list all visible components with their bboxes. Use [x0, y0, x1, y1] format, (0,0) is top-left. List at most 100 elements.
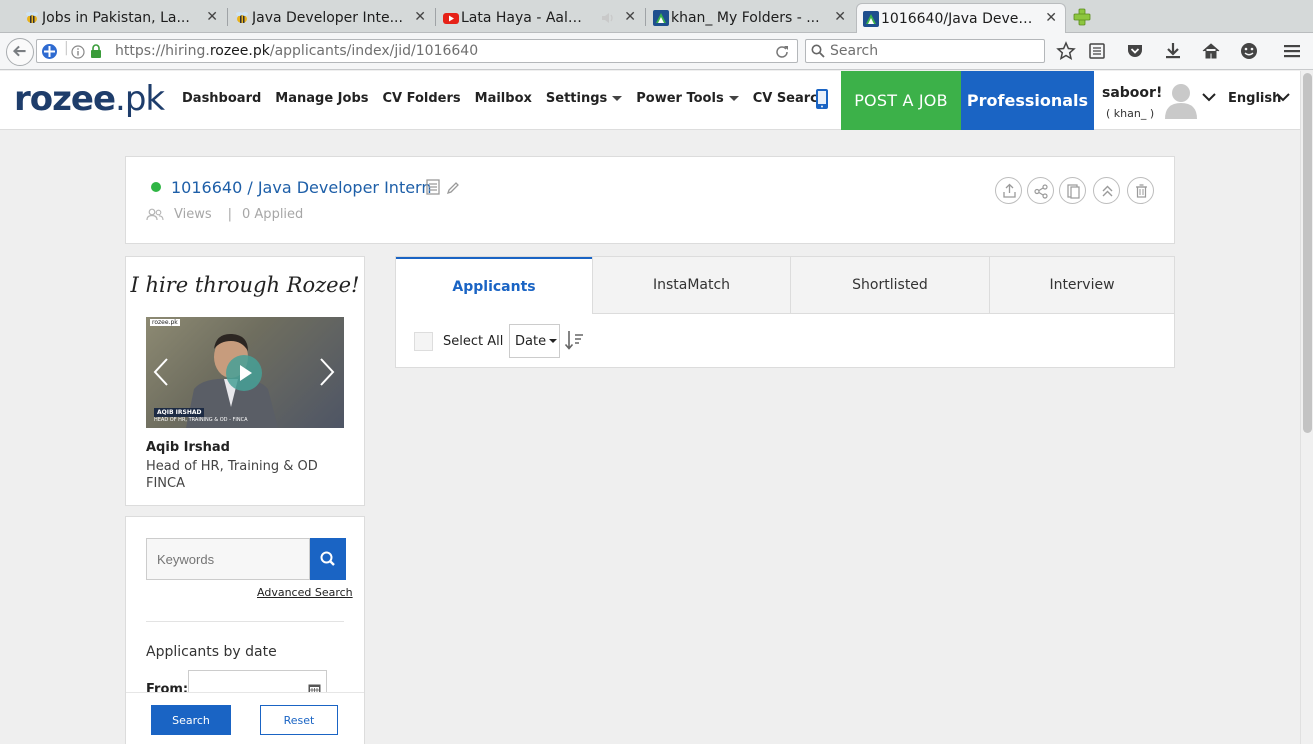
url-bar[interactable]: | https://hiring.rozee.pk/applicants/ind…	[36, 39, 798, 63]
filter-panel: Advanced Search Applicants by date From:…	[125, 516, 365, 744]
menu-cv-folders[interactable]: CV Folders	[383, 91, 461, 106]
video-watermark: rozee.pk	[150, 319, 180, 326]
job-status-dot	[151, 182, 161, 192]
scrollbar-thumb[interactable]	[1303, 73, 1312, 433]
testimonial-video[interactable]: rozee.pk AQIB IRSHAD HEAD OF HR, TRAININ…	[146, 317, 344, 428]
browser-tab-my-folders[interactable]: khan_ My Folders - ... ✕	[647, 3, 854, 33]
applicants-panel: Applicants InstaMatch Shortlisted Interv…	[395, 256, 1175, 368]
sort-order-icon[interactable]	[564, 329, 584, 351]
share-button[interactable]	[1027, 177, 1054, 204]
hamburger-menu-icon[interactable]	[1282, 41, 1302, 61]
browser-tab-jobs[interactable]: Jobs in Pakistan, La... ✕	[18, 3, 226, 33]
browser-tab-youtube[interactable]: Lata Haya - Aalmi... ✕	[437, 3, 644, 33]
menu-manage-jobs[interactable]: Manage Jobs	[275, 91, 368, 106]
youtube-icon	[443, 13, 459, 24]
caret-down-icon	[612, 96, 623, 101]
url-divider: |	[64, 40, 69, 56]
bee-icon	[26, 12, 38, 23]
tab-label: Jobs in Pakistan, La...	[42, 10, 190, 26]
browser-search-input[interactable]: Search	[805, 39, 1045, 63]
sort-by-value: Date	[515, 333, 547, 349]
sort-by-select[interactable]: Date	[509, 324, 560, 358]
close-tab-icon[interactable]: ✕	[1045, 10, 1057, 26]
menu-dashboard[interactable]: Dashboard	[182, 91, 261, 106]
job-title-link[interactable]: 1016640 / Java Developer Intern	[171, 178, 432, 197]
reading-list-icon[interactable]	[1087, 41, 1107, 61]
testimonial-heading: I hire through Rozee!	[130, 273, 360, 297]
main-menu: Dashboard Manage Jobs CV Folders Mailbox…	[182, 91, 841, 106]
reset-button[interactable]: Reset	[260, 705, 338, 735]
chevron-right-icon[interactable]	[318, 357, 336, 387]
tab-shortlisted[interactable]: Shortlisted	[790, 257, 989, 314]
select-all-checkbox[interactable]	[414, 332, 433, 351]
browser-tab-bar: Jobs in Pakistan, La... ✕ Java Developer…	[0, 0, 1313, 34]
close-tab-icon[interactable]: ✕	[834, 9, 846, 25]
applied-count: 0 Applied	[242, 207, 304, 222]
bee-icon	[236, 12, 248, 23]
reload-icon[interactable]	[775, 44, 789, 58]
close-tab-icon[interactable]: ✕	[624, 9, 636, 25]
mobile-phone-icon[interactable]	[815, 88, 829, 110]
trash-icon	[1136, 184, 1147, 198]
back-button[interactable]	[6, 38, 34, 66]
tab-label: Lata Haya - Aalmi...	[461, 10, 591, 26]
job-summary-card: 1016640 / Java Developer Intern Views | …	[125, 156, 1175, 244]
tab-instamatch[interactable]: InstaMatch	[592, 257, 790, 314]
download-icon[interactable]	[1163, 41, 1183, 61]
tab-label: 1016640/Java Devel...	[881, 11, 1035, 27]
post-a-job-button[interactable]: POST A JOB	[841, 71, 961, 130]
keyword-search-button[interactable]	[310, 538, 346, 580]
testimonial-person-name: Aqib Irshad	[146, 440, 230, 455]
info-icon[interactable]	[71, 45, 85, 59]
browser-nav-bar: | https://hiring.rozee.pk/applicants/ind…	[0, 33, 1313, 70]
page-scrollbar[interactable]	[1300, 71, 1313, 744]
emoji-icon[interactable]	[1239, 41, 1259, 61]
copy-icon	[1067, 184, 1080, 199]
play-button[interactable]	[226, 355, 262, 391]
menu-power-tools[interactable]: Power Tools	[636, 91, 739, 106]
rozee-logo[interactable]: rozee.pk	[14, 79, 165, 119]
menu-mailbox[interactable]: Mailbox	[475, 91, 532, 106]
avatar[interactable]	[1163, 81, 1199, 119]
chevron-down-icon[interactable]	[1276, 92, 1290, 102]
chevron-left-icon[interactable]	[152, 357, 170, 387]
user-handle: ( khan_ )	[1106, 107, 1155, 120]
bookmark-star-icon[interactable]	[1056, 41, 1076, 61]
tab-divider	[435, 8, 436, 26]
job-stats: Views | 0 Applied	[146, 207, 303, 222]
lock-icon[interactable]	[90, 44, 102, 58]
tab-applicants[interactable]: Applicants	[396, 257, 592, 314]
menu-settings[interactable]: Settings	[546, 91, 623, 106]
search-button[interactable]: Search	[151, 705, 231, 735]
close-tab-icon[interactable]: ✕	[206, 9, 218, 25]
new-tab-icon[interactable]	[1072, 7, 1092, 27]
video-caption-name: AQIB IRSHAD	[154, 408, 205, 417]
share-icon	[1034, 184, 1048, 199]
copy-job-button[interactable]	[1059, 177, 1086, 204]
chevron-down-icon[interactable]	[1202, 92, 1216, 102]
applicants-by-date-title: Applicants by date	[146, 644, 277, 660]
professionals-button[interactable]: Professionals	[961, 71, 1094, 130]
select-all-label[interactable]: Select All	[443, 334, 503, 349]
search-placeholder: Search	[830, 43, 879, 59]
language-selector[interactable]: English	[1228, 91, 1281, 106]
document-icon[interactable]	[426, 179, 440, 195]
edit-pencil-icon[interactable]	[446, 181, 460, 195]
close-tab-icon[interactable]: ✕	[414, 9, 426, 25]
advanced-search-link[interactable]: Advanced Search	[257, 586, 353, 599]
export-button[interactable]	[995, 177, 1022, 204]
browser-tab-active[interactable]: 1016640/Java Devel... ✕	[856, 3, 1066, 34]
user-name[interactable]: saboor!	[1102, 85, 1162, 101]
caret-down-icon	[549, 339, 558, 343]
tab-interview[interactable]: Interview	[989, 257, 1174, 314]
speaker-icon[interactable]	[601, 11, 615, 25]
keywords-input[interactable]	[146, 538, 310, 580]
delete-job-button[interactable]	[1127, 177, 1154, 204]
browser-tab-java-developer[interactable]: Java Developer Inte... ✕	[228, 3, 434, 33]
home-icon[interactable]	[1201, 41, 1221, 61]
person-role-line: Head of HR, Training & OD	[146, 459, 318, 474]
tab-label: Java Developer Inte...	[252, 10, 403, 26]
pocket-icon[interactable]	[1125, 41, 1145, 61]
promote-job-button[interactable]	[1093, 177, 1120, 204]
site-identity-icon[interactable]	[41, 43, 58, 60]
